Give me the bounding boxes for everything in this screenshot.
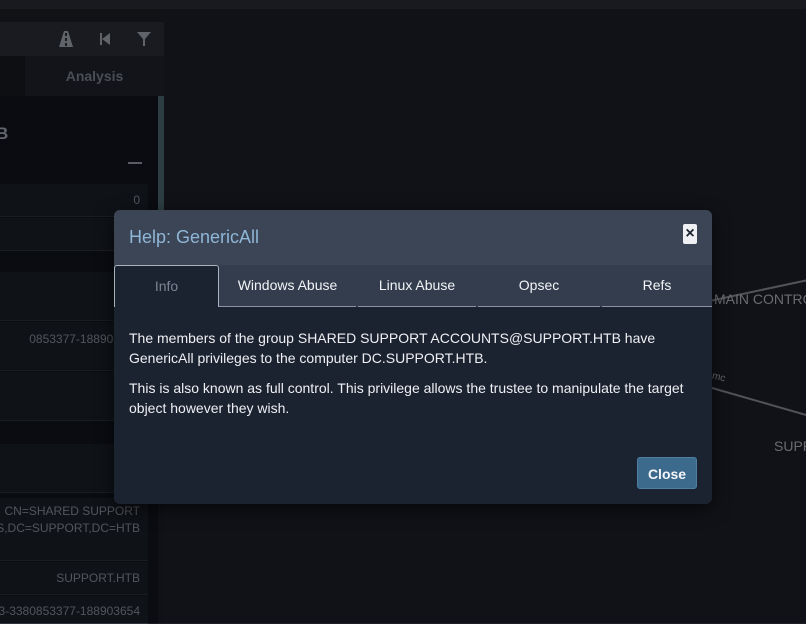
tab-linux-abuse[interactable]: Linux Abuse	[358, 265, 476, 307]
tab-info[interactable]: Info	[114, 265, 219, 307]
tab-windows-abuse[interactable]: Windows Abuse	[219, 265, 356, 307]
help-modal: Help: GenericAll × Info Windows Abuse Li…	[114, 210, 712, 504]
help-paragraph: The members of the group SHARED SUPPORT …	[129, 330, 656, 366]
help-paragraph: This is also known as full control. This…	[129, 380, 684, 416]
modal-body: The members of the group SHARED SUPPORT …	[129, 328, 699, 428]
tab-opsec[interactable]: Opsec	[478, 265, 600, 307]
modal-tabs: Info Windows Abuse Linux Abuse Opsec Ref…	[114, 265, 712, 307]
tab-refs[interactable]: Refs	[602, 265, 712, 307]
modal-header: Help: GenericAll ×	[114, 210, 712, 265]
close-icon[interactable]: ×	[683, 224, 697, 244]
close-button[interactable]: Close	[637, 457, 697, 489]
modal-title: Help: GenericAll	[129, 227, 260, 247]
